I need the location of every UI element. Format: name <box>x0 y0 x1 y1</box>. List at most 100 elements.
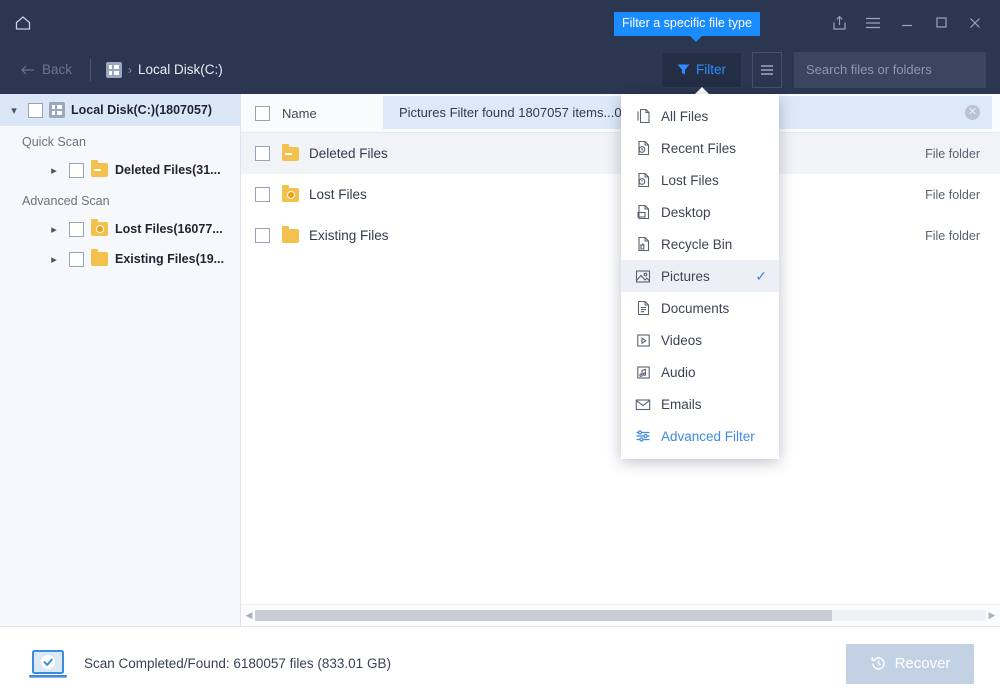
pictures-icon <box>635 268 651 284</box>
filter-button[interactable]: Filter <box>661 51 742 96</box>
menu-item-documents[interactable]: Documents <box>621 292 779 324</box>
sidebar-group-quick-scan: Quick Scan <box>22 135 86 149</box>
folder-warning-icon <box>91 219 108 236</box>
sidebar-group-advanced-scan: Advanced Scan <box>22 194 110 208</box>
breadcrumb[interactable]: › Local Disk(C:) <box>105 61 223 78</box>
row-checkbox[interactable] <box>255 146 270 161</box>
menu-item-label: Advanced Filter <box>661 428 755 444</box>
folder-icon <box>91 249 108 266</box>
chevron-right-icon[interactable]: ▸ <box>46 162 62 178</box>
menu-item-label: Emails <box>661 396 702 412</box>
recent-files-icon <box>635 140 651 156</box>
scrollbar-track[interactable] <box>255 610 986 621</box>
filter-label: Filter <box>696 62 726 77</box>
advanced-filter-icon <box>635 428 651 444</box>
maximize-icon[interactable] <box>924 6 958 40</box>
folder-icon <box>282 225 299 243</box>
sidebar-existing-checkbox[interactable] <box>69 251 84 267</box>
status-footer: Scan Completed/Found: 6180057 files (833… <box>0 626 1000 700</box>
minimize-icon[interactable] <box>890 6 924 40</box>
menu-item-label: Videos <box>661 332 703 348</box>
check-icon: ✓ <box>755 267 767 284</box>
filter-tooltip: Filter a specific file type <box>614 12 760 42</box>
breadcrumb-label: Local Disk(C:) <box>138 62 223 77</box>
sidebar-item-lost-files[interactable]: ▸ Lost Files(16077... <box>0 214 240 244</box>
row-type: File folder <box>925 146 980 161</box>
scrollbar-thumb[interactable] <box>255 610 833 621</box>
menu-item-label: Lost Files <box>661 172 719 188</box>
chevron-down-icon[interactable]: ▾ <box>6 102 22 118</box>
search-box[interactable] <box>794 51 986 88</box>
sidebar-lost-checkbox[interactable] <box>69 221 84 237</box>
row-name: Deleted Files <box>309 146 388 161</box>
sidebar-deleted-label: Deleted Files(31... <box>115 163 221 177</box>
chevron-right-icon[interactable]: ▸ <box>46 221 62 237</box>
scroll-left-icon[interactable]: ◀ <box>243 610 255 621</box>
chevron-right-icon[interactable]: ▸ <box>46 251 62 267</box>
menu-item-label: Recycle Bin <box>661 236 733 252</box>
close-icon[interactable]: ✕ <box>965 105 980 120</box>
sidebar-tree: ▾ Local Disk(C:)(1807057) Quick Scan ▸ D… <box>0 94 241 626</box>
row-name: Lost Files <box>309 187 367 202</box>
content-area: ▾ Local Disk(C:)(1807057) Quick Scan ▸ D… <box>0 94 1000 626</box>
row-type: File folder <box>925 228 980 243</box>
search-input[interactable] <box>806 62 982 77</box>
list-view-icon[interactable] <box>752 51 782 88</box>
disk-icon <box>105 61 122 78</box>
folder-minus-icon <box>91 160 108 177</box>
recycle-bin-icon <box>635 236 651 252</box>
menu-item-emails[interactable]: Emails <box>621 388 779 420</box>
back-label: Back <box>42 62 73 77</box>
menu-item-label: Documents <box>661 300 730 316</box>
documents-icon <box>635 300 651 316</box>
title-bar <box>0 0 1000 45</box>
tooltip-arrow <box>690 36 702 42</box>
disk-icon <box>49 102 65 118</box>
back-button[interactable]: Back <box>14 58 78 81</box>
close-icon[interactable] <box>958 6 992 40</box>
sidebar-item-deleted-files[interactable]: ▸ Deleted Files(31... <box>0 155 240 185</box>
scan-complete-icon <box>26 647 70 681</box>
navigation-toolbar: Back › Local Disk(C:) Filter <box>0 45 1000 96</box>
menu-item-label: Pictures <box>661 268 710 284</box>
menu-item-label: Audio <box>661 364 696 380</box>
sidebar-deleted-checkbox[interactable] <box>69 162 84 178</box>
menu-item-desktop[interactable]: Desktop <box>621 196 779 228</box>
desktop-icon <box>635 204 651 220</box>
home-icon[interactable] <box>0 0 46 45</box>
row-name: Existing Files <box>309 228 389 243</box>
menu-item-audio[interactable]: Audio <box>621 356 779 388</box>
app-window: Filter a specific file type Back › Local… <box>0 0 1000 700</box>
row-checkbox[interactable] <box>255 187 270 202</box>
share-icon[interactable] <box>822 6 856 40</box>
menu-item-all-files[interactable]: All Files <box>621 100 779 132</box>
folder-warning-icon <box>282 184 299 202</box>
filter-tooltip-text: Filter a specific file type <box>622 16 752 30</box>
sidebar-lost-label: Lost Files(16077... <box>115 222 223 236</box>
menu-item-pictures[interactable]: Pictures ✓ <box>621 260 779 292</box>
filter-icon <box>677 64 690 75</box>
menu-icon[interactable] <box>856 6 890 40</box>
sidebar-item-local-disk[interactable]: ▾ Local Disk(C:)(1807057) <box>0 94 240 126</box>
menu-item-recycle-bin[interactable]: Recycle Bin <box>621 228 779 260</box>
recover-label: Recover <box>894 655 951 672</box>
audio-icon <box>635 364 651 380</box>
row-checkbox[interactable] <box>255 228 270 243</box>
menu-item-recent-files[interactable]: Recent Files <box>621 132 779 164</box>
menu-item-lost-files[interactable]: Lost Files <box>621 164 779 196</box>
menu-item-videos[interactable]: Videos <box>621 324 779 356</box>
all-files-icon <box>635 108 651 124</box>
sidebar-root-checkbox[interactable] <box>28 102 43 118</box>
menu-item-label: All Files <box>661 108 709 124</box>
window-controls <box>822 0 1000 45</box>
recover-button[interactable]: Recover <box>846 643 974 684</box>
menu-item-advanced-filter[interactable]: Advanced Filter <box>621 420 779 452</box>
folder-minus-icon <box>282 143 299 161</box>
recover-icon <box>871 657 885 670</box>
horizontal-scrollbar[interactable]: ◀ ▶ <box>241 604 1000 626</box>
sidebar-item-existing-files[interactable]: ▸ Existing Files(19... <box>0 244 240 274</box>
emails-icon <box>635 396 651 412</box>
scan-status-text: Scan Completed/Found: 6180057 files (833… <box>84 656 391 671</box>
select-all-checkbox[interactable] <box>255 105 270 121</box>
scroll-right-icon[interactable]: ▶ <box>986 610 998 621</box>
